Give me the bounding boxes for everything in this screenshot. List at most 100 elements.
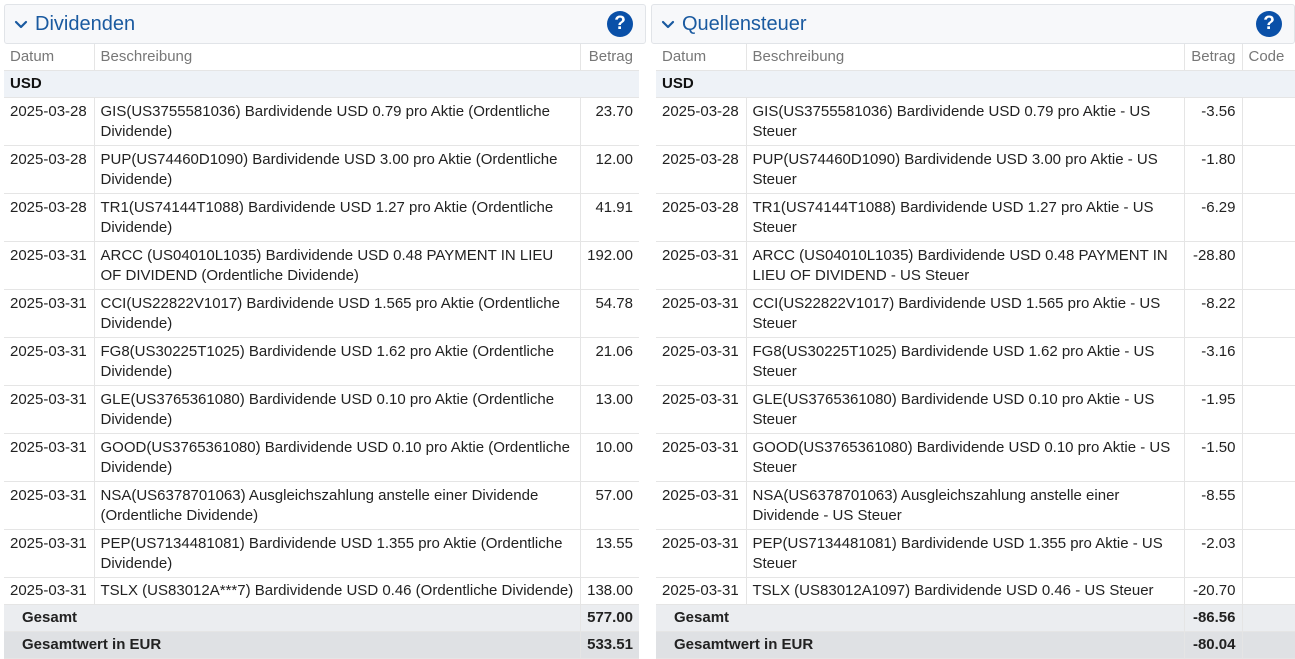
row-code — [1242, 577, 1295, 605]
total-eur-row: Gesamtwert in EUR -80.04 — [656, 631, 1295, 659]
row-date: 2025-03-31 — [656, 337, 747, 386]
row-amount: -1.80 — [1184, 145, 1243, 194]
row-description: GOOD(US3765361080) Bardividende USD 0.10… — [94, 433, 581, 482]
row-description: NSA(US6378701063) Ausgleichszahlung anst… — [94, 481, 581, 530]
row-description: PUP(US74460D1090) Bardividende USD 3.00 … — [746, 145, 1185, 194]
column-header-code[interactable]: Code — [1242, 44, 1295, 71]
row-amount: 21.06 — [580, 337, 639, 386]
column-header-datum[interactable]: Datum — [4, 44, 95, 71]
column-header-beschreibung[interactable]: Beschreibung — [94, 44, 581, 71]
row-amount: -6.29 — [1184, 193, 1243, 242]
row-amount: 13.55 — [580, 529, 639, 578]
row-code — [1242, 97, 1295, 146]
row-date: 2025-03-28 — [4, 193, 95, 242]
row-description: PEP(US7134481081) Bardividende USD 1.355… — [94, 529, 581, 578]
dividenden-panel: Dividenden ? Datum Beschreibung Betrag U… — [4, 0, 646, 659]
row-description: NSA(US6378701063) Ausgleichszahlung anst… — [746, 481, 1185, 530]
row-amount: 54.78 — [580, 289, 639, 338]
row-date: 2025-03-31 — [4, 481, 95, 530]
row-description: CCI(US22822V1017) Bardividende USD 1.565… — [94, 289, 581, 338]
help-icon[interactable]: ? — [1256, 11, 1282, 37]
row-description: PEP(US7134481081) Bardividende USD 1.355… — [746, 529, 1185, 578]
total-eur-row: Gesamtwert in EUR 533.51 — [4, 631, 639, 659]
row-description: FG8(US30225T1025) Bardividende USD 1.62 … — [746, 337, 1185, 386]
row-amount: 13.00 — [580, 385, 639, 434]
table-row: 2025-03-31 PEP(US7134481081) Bardividende… — [656, 529, 1295, 578]
table-row: 2025-03-28 TR1(US74144T1088) Bardividende… — [4, 193, 639, 242]
row-date: 2025-03-28 — [656, 145, 747, 194]
row-description: GIS(US3755581036) Bardividende USD 0.79 … — [94, 97, 581, 146]
table-row: 2025-03-31 ARCC (US04010L1035) Bardividen… — [4, 241, 639, 290]
row-amount: -8.22 — [1184, 289, 1243, 338]
row-amount: -8.55 — [1184, 481, 1243, 530]
column-header-datum[interactable]: Datum — [656, 44, 747, 71]
row-date: 2025-03-31 — [4, 385, 95, 434]
row-code — [1242, 289, 1295, 338]
row-description: GOOD(US3765361080) Bardividende USD 0.10… — [746, 433, 1185, 482]
row-description: PUP(US74460D1090) Bardividende USD 3.00 … — [94, 145, 581, 194]
chevron-down-icon[interactable] — [660, 16, 676, 32]
total-eur-value: 533.51 — [580, 631, 639, 659]
row-amount: 192.00 — [580, 241, 639, 290]
table-row: 2025-03-31 NSA(US6378701063) Ausgleichsza… — [656, 481, 1295, 530]
row-description: GIS(US3755581036) Bardividende USD 0.79 … — [746, 97, 1185, 146]
total-code — [1242, 604, 1295, 632]
table-row: 2025-03-31 CCI(US22822V1017) Bardividende… — [4, 289, 639, 338]
row-amount: -2.03 — [1184, 529, 1243, 578]
chevron-down-icon[interactable] — [13, 16, 29, 32]
row-code — [1242, 337, 1295, 386]
row-description: FG8(US30225T1025) Bardividende USD 1.62 … — [94, 337, 581, 386]
row-code — [1242, 193, 1295, 242]
total-value: -86.56 — [1184, 604, 1243, 632]
dividenden-panel-header[interactable]: Dividenden ? — [4, 4, 646, 44]
row-amount: 12.00 — [580, 145, 639, 194]
row-date: 2025-03-31 — [4, 337, 95, 386]
row-description: TSLX (US83012A***7) Bardividende USD 0.4… — [94, 577, 581, 605]
row-description: TR1(US74144T1088) Bardividende USD 1.27 … — [94, 193, 581, 242]
table-row: 2025-03-31 FG8(US30225T1025) Bardividende… — [4, 337, 639, 386]
column-header-betrag[interactable]: Betrag — [1184, 44, 1243, 71]
table-row: 2025-03-31 FG8(US30225T1025) Bardividende… — [656, 337, 1295, 386]
row-code — [1242, 433, 1295, 482]
table-row: 2025-03-28 GIS(US3755581036) Bardividende… — [4, 97, 639, 146]
row-date: 2025-03-31 — [656, 433, 747, 482]
row-amount: 10.00 — [580, 433, 639, 482]
row-description: GLE(US3765361080) Bardividende USD 0.10 … — [746, 385, 1185, 434]
row-description: ARCC (US04010L1035) Bardividende USD 0.4… — [746, 241, 1185, 290]
row-description: TSLX (US83012A1097) Bardividende USD 0.4… — [746, 577, 1185, 605]
row-amount: -3.16 — [1184, 337, 1243, 386]
dividenden-table: Datum Beschreibung Betrag USD 2025-03-28… — [4, 44, 639, 659]
table-row: 2025-03-28 PUP(US74460D1090) Bardividende… — [4, 145, 639, 194]
row-code — [1242, 481, 1295, 530]
table-row: 2025-03-31 GOOD(US3765361080) Bardividend… — [4, 433, 639, 482]
total-label: Gesamt — [4, 604, 581, 632]
row-amount: -3.56 — [1184, 97, 1243, 146]
table-row: 2025-03-28 PUP(US74460D1090) Bardividende… — [656, 145, 1295, 194]
table-row: 2025-03-31 GOOD(US3765361080) Bardividend… — [656, 433, 1295, 482]
row-amount: -1.95 — [1184, 385, 1243, 434]
help-icon[interactable]: ? — [607, 11, 633, 37]
row-date: 2025-03-31 — [656, 481, 747, 530]
quellensteuer-table: Datum Beschreibung Betrag Code USD 2025-… — [656, 44, 1295, 659]
currency-group-row: USD — [656, 70, 1295, 98]
row-date: 2025-03-31 — [4, 577, 95, 605]
table-row: 2025-03-31 TSLX (US83012A***7) Bardividen… — [4, 577, 639, 605]
table-row: 2025-03-31 ARCC (US04010L1035) Bardividen… — [656, 241, 1295, 290]
table-row: 2025-03-31 TSLX (US83012A1097) Bardividen… — [656, 577, 1295, 605]
row-amount: 41.91 — [580, 193, 639, 242]
table-row: 2025-03-31 PEP(US7134481081) Bardividende… — [4, 529, 639, 578]
table-row: 2025-03-31 CCI(US22822V1017) Bardividende… — [656, 289, 1295, 338]
row-date: 2025-03-31 — [656, 529, 747, 578]
row-date: 2025-03-28 — [656, 97, 747, 146]
quellensteuer-panel-header[interactable]: Quellensteuer ? — [651, 4, 1295, 44]
row-date: 2025-03-31 — [656, 241, 747, 290]
row-amount: 138.00 — [580, 577, 639, 605]
column-header-beschreibung[interactable]: Beschreibung — [746, 44, 1185, 71]
table-row: 2025-03-31 GLE(US3765361080) Bardividende… — [4, 385, 639, 434]
total-value: 577.00 — [580, 604, 639, 632]
total-eur-code — [1242, 631, 1295, 659]
row-date: 2025-03-28 — [656, 193, 747, 242]
column-header-betrag[interactable]: Betrag — [580, 44, 639, 71]
total-row: Gesamt -86.56 — [656, 604, 1295, 632]
row-date: 2025-03-31 — [4, 529, 95, 578]
